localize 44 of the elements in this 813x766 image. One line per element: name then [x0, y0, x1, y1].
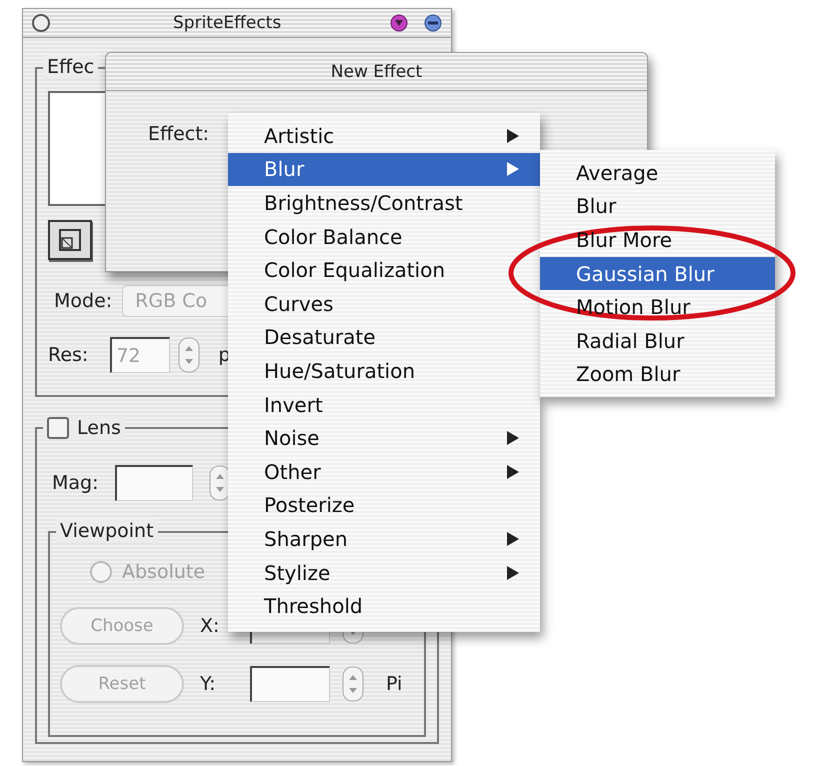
field-label: X: — [200, 615, 220, 637]
menu-item[interactable]: Blur — [228, 152, 540, 186]
close-icon[interactable] — [31, 13, 51, 33]
coordinate-field[interactable] — [250, 666, 330, 702]
lens-checkbox[interactable] — [47, 417, 69, 439]
menu-item[interactable]: Zoom Blur — [540, 358, 775, 392]
field-label: Y: — [200, 673, 216, 695]
menu-item[interactable]: Motion Blur — [540, 290, 775, 324]
menu-item[interactable]: Hue/Saturation — [228, 354, 540, 388]
stepper-icon[interactable] — [342, 666, 364, 702]
unit-label: Pi — [386, 673, 402, 695]
menu-item[interactable]: Threshold — [228, 589, 540, 623]
field-label: Mag: — [52, 472, 98, 494]
checkbox-label: Lens — [77, 416, 121, 440]
collapse-icon[interactable] — [389, 13, 409, 33]
radio-label: Absolute — [122, 561, 206, 583]
stepper-icon[interactable] — [178, 337, 200, 373]
menu-item[interactable]: Stylize — [228, 556, 540, 590]
menu-item[interactable]: Other — [228, 454, 540, 489]
menu-item[interactable]: Color Equalization — [228, 253, 540, 287]
menu-item[interactable]: Noise — [228, 421, 540, 455]
minimize-icon[interactable] — [423, 13, 443, 33]
dialog-title: New Effect — [330, 62, 424, 82]
menu-item[interactable]: Average — [540, 156, 775, 190]
preview-button[interactable] — [48, 220, 92, 260]
menu-item[interactable]: Posterize — [228, 488, 540, 522]
menu-item[interactable]: Artistic — [228, 119, 540, 153]
stepper-icon[interactable] — [208, 465, 230, 501]
group-label: Viewpoint — [56, 519, 158, 543]
menu-item[interactable]: Gaussian Blur — [540, 256, 775, 290]
mag-field[interactable] — [114, 465, 192, 501]
menu-item[interactable]: Blur — [540, 190, 775, 224]
menu-item[interactable]: Color Balance — [228, 220, 540, 254]
field-label: Mode: — [54, 290, 112, 312]
window-title: SpriteEffects — [173, 13, 282, 33]
group-label: Effec — [43, 55, 98, 79]
menu-item[interactable]: Brightness/Contrast — [228, 186, 540, 220]
menu-item[interactable]: Sharpen — [228, 522, 540, 556]
menu-item[interactable]: Radial Blur — [540, 324, 775, 358]
field-label: Effect: — [148, 123, 210, 145]
menu-item[interactable]: Invert — [228, 388, 540, 422]
menu-item[interactable]: Desaturate — [228, 320, 540, 354]
resize-icon — [58, 228, 82, 252]
field-label: Res: — [48, 344, 88, 366]
